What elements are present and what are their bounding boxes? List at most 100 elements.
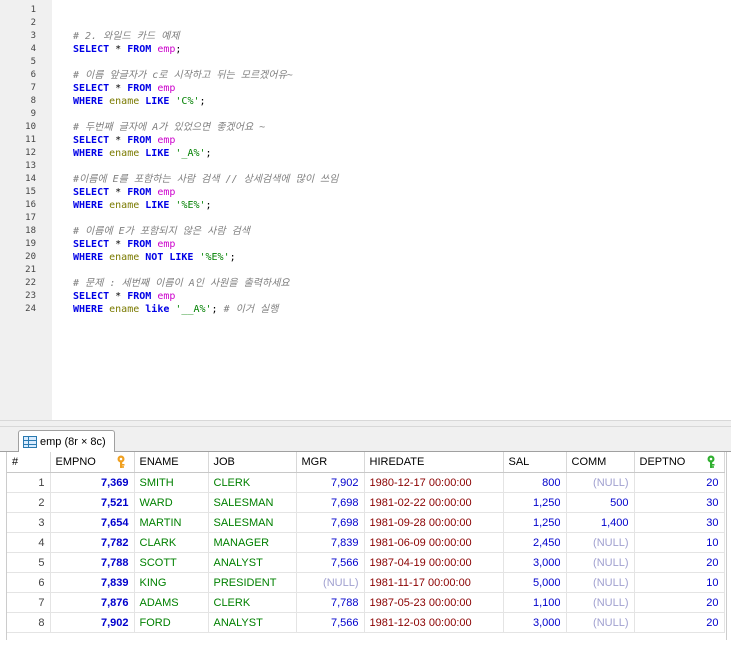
column-header-hiredate[interactable]: HIREDATE — [364, 452, 504, 473]
code-line[interactable]: SELECT * FROM emp — [73, 82, 175, 95]
cell-comm[interactable]: (NULL) — [566, 472, 635, 493]
cell-mgr[interactable]: 7,698 — [296, 492, 365, 513]
column-header-sal[interactable]: SAL — [503, 452, 567, 473]
column-header-comm[interactable]: COMM — [566, 452, 635, 473]
cell-job[interactable]: SALESMAN — [208, 492, 297, 513]
cell-sal[interactable]: 800 — [503, 472, 567, 493]
cell-deptno[interactable]: 20 — [634, 592, 725, 613]
cell-empno[interactable]: 7,654 — [50, 512, 135, 533]
panel-splitter[interactable] — [0, 420, 731, 427]
cell-deptno[interactable]: 10 — [634, 572, 725, 593]
code-line[interactable]: WHERE ename LIKE '_A%'; — [73, 147, 212, 160]
table-row[interactable]: 8 7,902 FORD ANALYST 7,566 1981-12-03 00:00:0… — [7, 612, 725, 633]
cell-mgr[interactable]: 7,788 — [296, 592, 365, 613]
cell-job[interactable]: SALESMAN — [208, 512, 297, 533]
cell-job[interactable]: CLERK — [208, 472, 297, 493]
cell-ename[interactable]: WARD — [134, 492, 209, 513]
cell-ename[interactable]: SMITH — [134, 472, 209, 493]
code-line[interactable]: WHERE ename like '__A%'; # 이거 실행 — [73, 303, 278, 316]
code-line[interactable]: # 문제 : 세번째 이름이 A인 사원을 출력하세요 — [73, 277, 290, 290]
cell-mgr[interactable]: 7,566 — [296, 552, 365, 573]
code-line[interactable]: WHERE ename LIKE 'C%'; — [73, 95, 206, 108]
cell-empno[interactable]: 7,902 — [50, 612, 135, 633]
cell-empno[interactable]: 7,839 — [50, 572, 135, 593]
cell-job[interactable]: MANAGER — [208, 532, 297, 553]
cell-mgr[interactable]: 7,902 — [296, 472, 365, 493]
cell-hiredate[interactable]: 1987-05-23 00:00:00 — [364, 592, 504, 613]
cell-job[interactable]: PRESIDENT — [208, 572, 297, 593]
cell-sal[interactable]: 2,450 — [503, 532, 567, 553]
code-line[interactable]: SELECT * FROM emp — [73, 134, 175, 147]
cell-ename[interactable]: ADAMS — [134, 592, 209, 613]
cell-hiredate[interactable]: 1987-04-19 00:00:00 — [364, 552, 504, 573]
cell-deptno[interactable]: 20 — [634, 552, 725, 573]
cell-hiredate[interactable]: 1981-12-03 00:00:00 — [364, 612, 504, 633]
cell-sal[interactable]: 3,000 — [503, 612, 567, 633]
cell-comm[interactable]: (NULL) — [566, 552, 635, 573]
cell-deptno[interactable]: 30 — [634, 512, 725, 533]
cell-comm[interactable]: (NULL) — [566, 572, 635, 593]
cell-mgr[interactable]: (NULL) — [296, 572, 365, 593]
code-line[interactable]: # 2. 와일드 카드 예제 — [73, 30, 180, 43]
code-line[interactable]: #이름에 E를 포함하는 사람 검색 // 상세검색에 많이 쓰임 — [73, 173, 338, 186]
cell-empno[interactable]: 7,788 — [50, 552, 135, 573]
cell-job[interactable]: CLERK — [208, 592, 297, 613]
table-row[interactable]: 5 7,788 SCOTT ANALYST 7,566 1987-04-19 00:00:… — [7, 552, 725, 573]
cell-hiredate[interactable]: 1981-11-17 00:00:00 — [364, 572, 504, 593]
cell-hiredate[interactable]: 1981-09-28 00:00:00 — [364, 512, 504, 533]
column-header-idx[interactable]: # — [7, 452, 51, 473]
table-row[interactable]: 6 7,839 KING PRESIDENT (NULL) 1981-11-17 00:0… — [7, 572, 725, 593]
column-header-empno[interactable]: EMPNO — [50, 452, 135, 473]
code-line[interactable]: SELECT * FROM emp — [73, 238, 175, 251]
cell-mgr[interactable]: 7,839 — [296, 532, 365, 553]
cell-ename[interactable]: FORD — [134, 612, 209, 633]
cell-ename[interactable]: MARTIN — [134, 512, 209, 533]
cell-ename[interactable]: SCOTT — [134, 552, 209, 573]
cell-comm[interactable]: (NULL) — [566, 612, 635, 633]
table-row[interactable]: 2 7,521 WARD SALESMAN 7,698 1981-02-22 00:00:… — [7, 492, 725, 513]
table-row[interactable]: 1 7,369 SMITH CLERK 7,902 1980-12-17 00:00:00… — [7, 472, 725, 493]
column-header-mgr[interactable]: MGR — [296, 452, 365, 473]
table-row[interactable]: 4 7,782 CLARK MANAGER 7,839 1981-06-09 00:00:… — [7, 532, 725, 553]
cell-comm[interactable]: 500 — [566, 492, 635, 513]
cell-ename[interactable]: CLARK — [134, 532, 209, 553]
cell-deptno[interactable]: 20 — [634, 472, 725, 493]
cell-deptno[interactable]: 30 — [634, 492, 725, 513]
column-header-job[interactable]: JOB — [208, 452, 297, 473]
column-header-deptno[interactable]: DEPTNO — [634, 452, 725, 473]
cell-ename[interactable]: KING — [134, 572, 209, 593]
cell-comm[interactable]: (NULL) — [566, 532, 635, 553]
cell-comm[interactable]: (NULL) — [566, 592, 635, 613]
code-line[interactable]: SELECT * FROM emp — [73, 186, 175, 199]
cell-sal[interactable]: 3,000 — [503, 552, 567, 573]
cell-mgr[interactable]: 7,698 — [296, 512, 365, 533]
code-line[interactable]: WHERE ename NOT LIKE '%E%'; — [73, 251, 236, 264]
code-line[interactable]: SELECT * FROM emp; — [73, 43, 181, 56]
cell-hiredate[interactable]: 1981-02-22 00:00:00 — [364, 492, 504, 513]
cell-comm[interactable]: 1,400 — [566, 512, 635, 533]
cell-empno[interactable]: 7,876 — [50, 592, 135, 613]
cell-sal[interactable]: 1,250 — [503, 512, 567, 533]
cell-empno[interactable]: 7,521 — [50, 492, 135, 513]
cell-deptno[interactable]: 20 — [634, 612, 725, 633]
cell-mgr[interactable]: 7,566 — [296, 612, 365, 633]
cell-deptno[interactable]: 10 — [634, 532, 725, 553]
cell-sal[interactable]: 1,100 — [503, 592, 567, 613]
code-line[interactable]: # 두번째 글자에 A가 있었으면 좋겠어요 ~ — [73, 121, 265, 134]
cell-sal[interactable]: 1,250 — [503, 492, 567, 513]
sql-editor[interactable]: 1 2 3 4 5 6 7 8 9 10 11 12 13 14 15 16 17 18 19 20 21 22 23 24 … — [0, 0, 731, 420]
code-line[interactable]: # 이름에 E가 포함되지 않은 사람 검색 — [73, 225, 250, 238]
code-line[interactable]: SELECT * FROM emp — [73, 290, 175, 303]
result-grid[interactable]: # EMPNO ENAME JOB MGR HIREDATE SAL COMM DEPTNO 1… — [6, 452, 727, 640]
cell-empno[interactable]: 7,782 — [50, 532, 135, 553]
cell-hiredate[interactable]: 1980-12-17 00:00:00 — [364, 472, 504, 493]
cell-hiredate[interactable]: 1981-06-09 00:00:00 — [364, 532, 504, 553]
column-header-ename[interactable]: ENAME — [134, 452, 209, 473]
cell-sal[interactable]: 5,000 — [503, 572, 567, 593]
tab-result-emp[interactable]: emp (8r × 8c) — [18, 430, 115, 452]
code-line[interactable]: # 이름 앞글자가 c로 시작하고 뒤는 모르겠어유~ — [73, 69, 293, 82]
table-row[interactable]: 7 7,876 ADAMS CLERK 7,788 1987-05-23 00:00:00… — [7, 592, 725, 613]
cell-job[interactable]: ANALYST — [208, 552, 297, 573]
cell-empno[interactable]: 7,369 — [50, 472, 135, 493]
cell-job[interactable]: ANALYST — [208, 612, 297, 633]
